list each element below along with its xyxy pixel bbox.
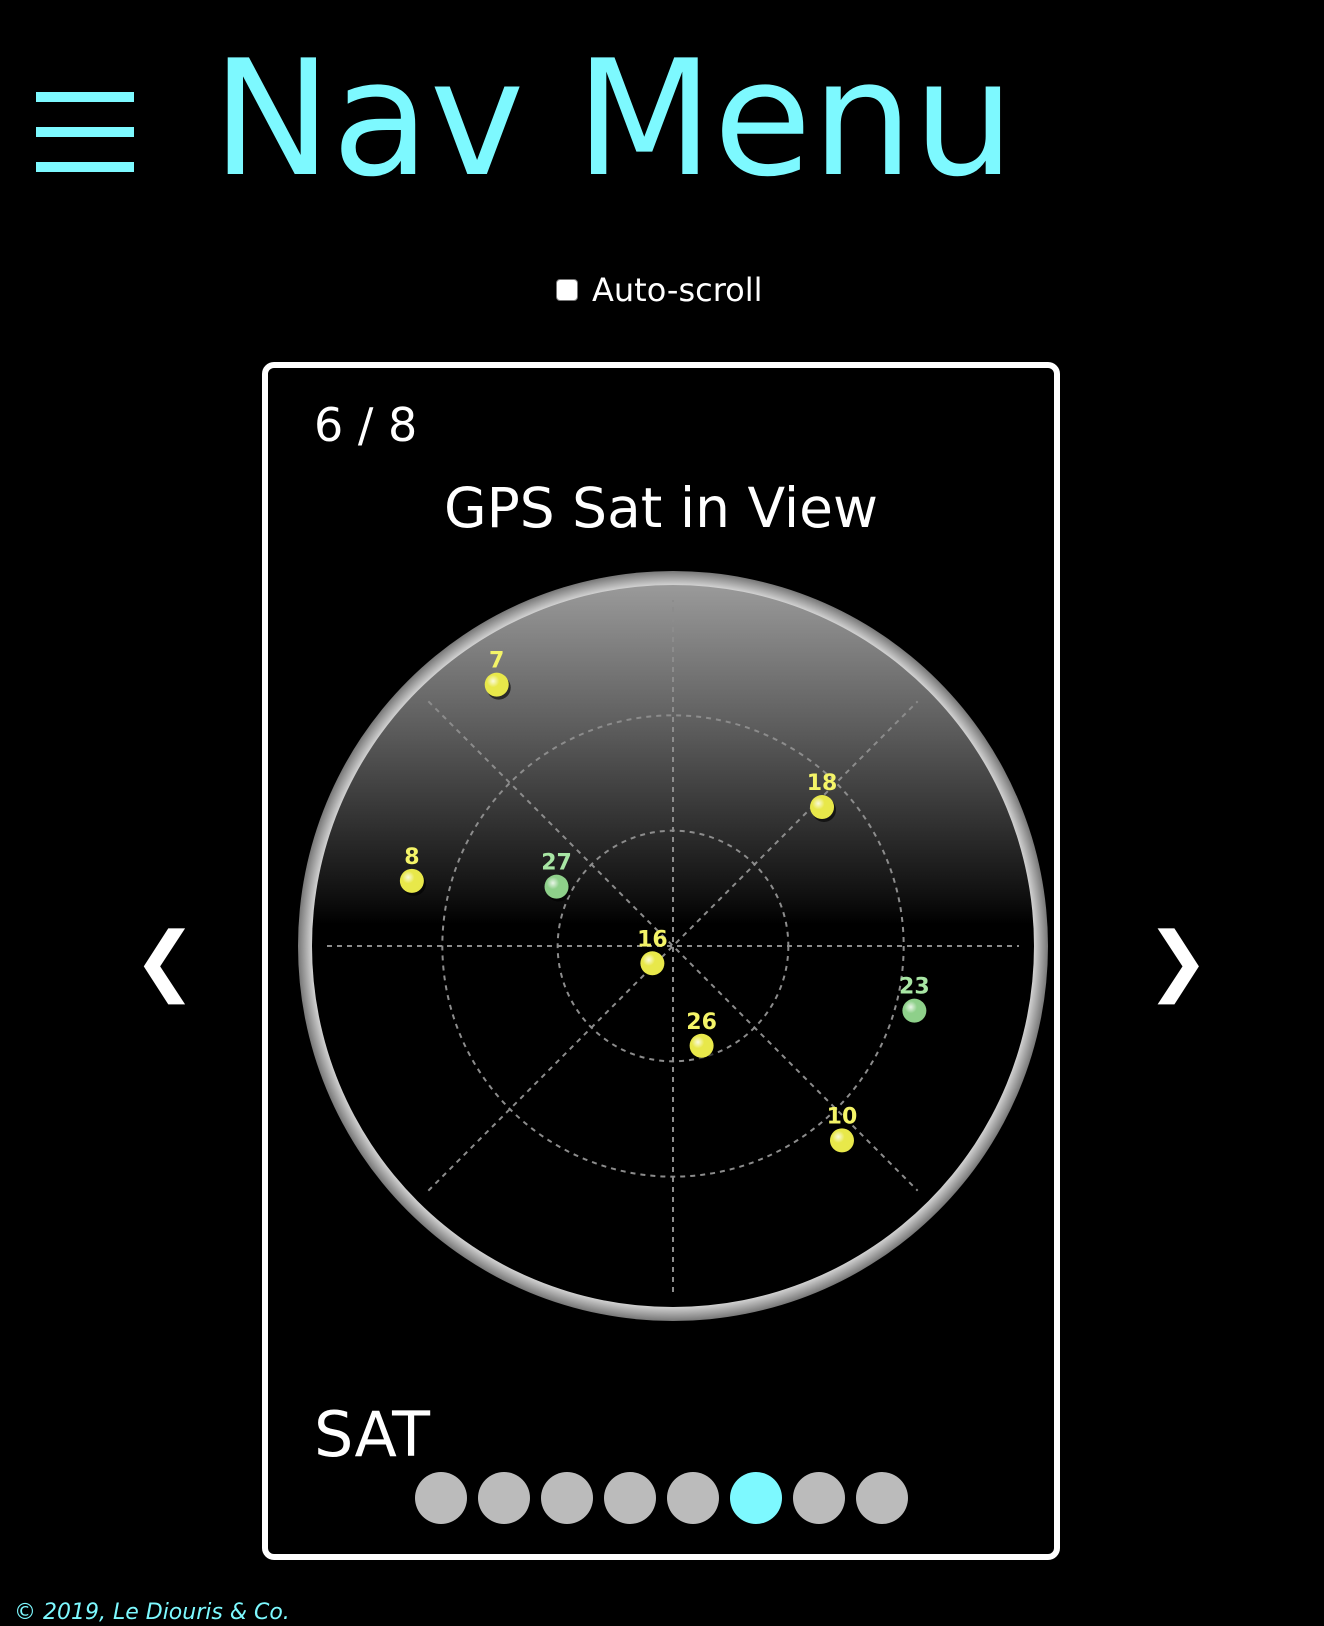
satellite-highlight bbox=[902, 998, 927, 1023]
auto-scroll-label: Auto-scroll bbox=[592, 271, 763, 309]
satellite-label: 10 bbox=[827, 1104, 858, 1129]
slide-dot-2[interactable] bbox=[477, 1472, 530, 1524]
satellite-label: 23 bbox=[899, 975, 930, 1000]
slide-card: 6 / 8 GPS Sat in View 7 18 27 8 16 23 26… bbox=[262, 362, 1060, 1560]
slide-title: GPS Sat in View bbox=[444, 476, 878, 540]
satellite-highlight bbox=[810, 795, 835, 820]
satellite-sky-plot: 7 18 27 8 16 23 26 10 bbox=[298, 571, 1048, 1321]
satellite-label: 7 bbox=[489, 649, 504, 674]
slide-dot-7[interactable] bbox=[792, 1472, 845, 1524]
hamburger-menu-icon[interactable] bbox=[36, 92, 134, 172]
satellite-highlight bbox=[829, 1128, 854, 1153]
slide-dot-4[interactable] bbox=[603, 1472, 656, 1524]
next-slide-button[interactable]: ❯ bbox=[1146, 920, 1210, 1000]
previous-slide-button[interactable]: ❮ bbox=[133, 920, 197, 1000]
slide-dot-3[interactable] bbox=[540, 1472, 593, 1524]
satellite-highlight bbox=[640, 951, 665, 976]
slide-indicators bbox=[268, 1472, 1054, 1524]
auto-scroll-checkbox[interactable] bbox=[556, 279, 578, 301]
page-title: Nav Menu bbox=[212, 25, 1015, 212]
satellite-highlight bbox=[399, 868, 424, 893]
slide-dot-1[interactable] bbox=[414, 1472, 467, 1524]
satellite-label: 18 bbox=[807, 771, 838, 796]
slide-dot-8[interactable] bbox=[855, 1472, 908, 1524]
auto-scroll-toggle[interactable]: Auto-scroll bbox=[556, 265, 763, 315]
slide-counter: 6 / 8 bbox=[314, 398, 418, 452]
satellite-label: 26 bbox=[686, 1010, 717, 1035]
satellite-highlight bbox=[544, 874, 569, 899]
satellite-label: 8 bbox=[404, 845, 419, 870]
satellite-highlight bbox=[689, 1033, 714, 1058]
satellite-highlight bbox=[484, 672, 509, 697]
header: Nav Menu bbox=[0, 0, 1324, 230]
slide-caption: SAT bbox=[314, 1398, 430, 1471]
slide-dot-5[interactable] bbox=[666, 1472, 719, 1524]
slide-dot-6[interactable] bbox=[729, 1472, 782, 1524]
satellite-label: 16 bbox=[637, 927, 668, 952]
satellite-label: 27 bbox=[541, 851, 572, 876]
footer-copyright: © 2019, Le Diouris & Co. bbox=[14, 1600, 290, 1625]
